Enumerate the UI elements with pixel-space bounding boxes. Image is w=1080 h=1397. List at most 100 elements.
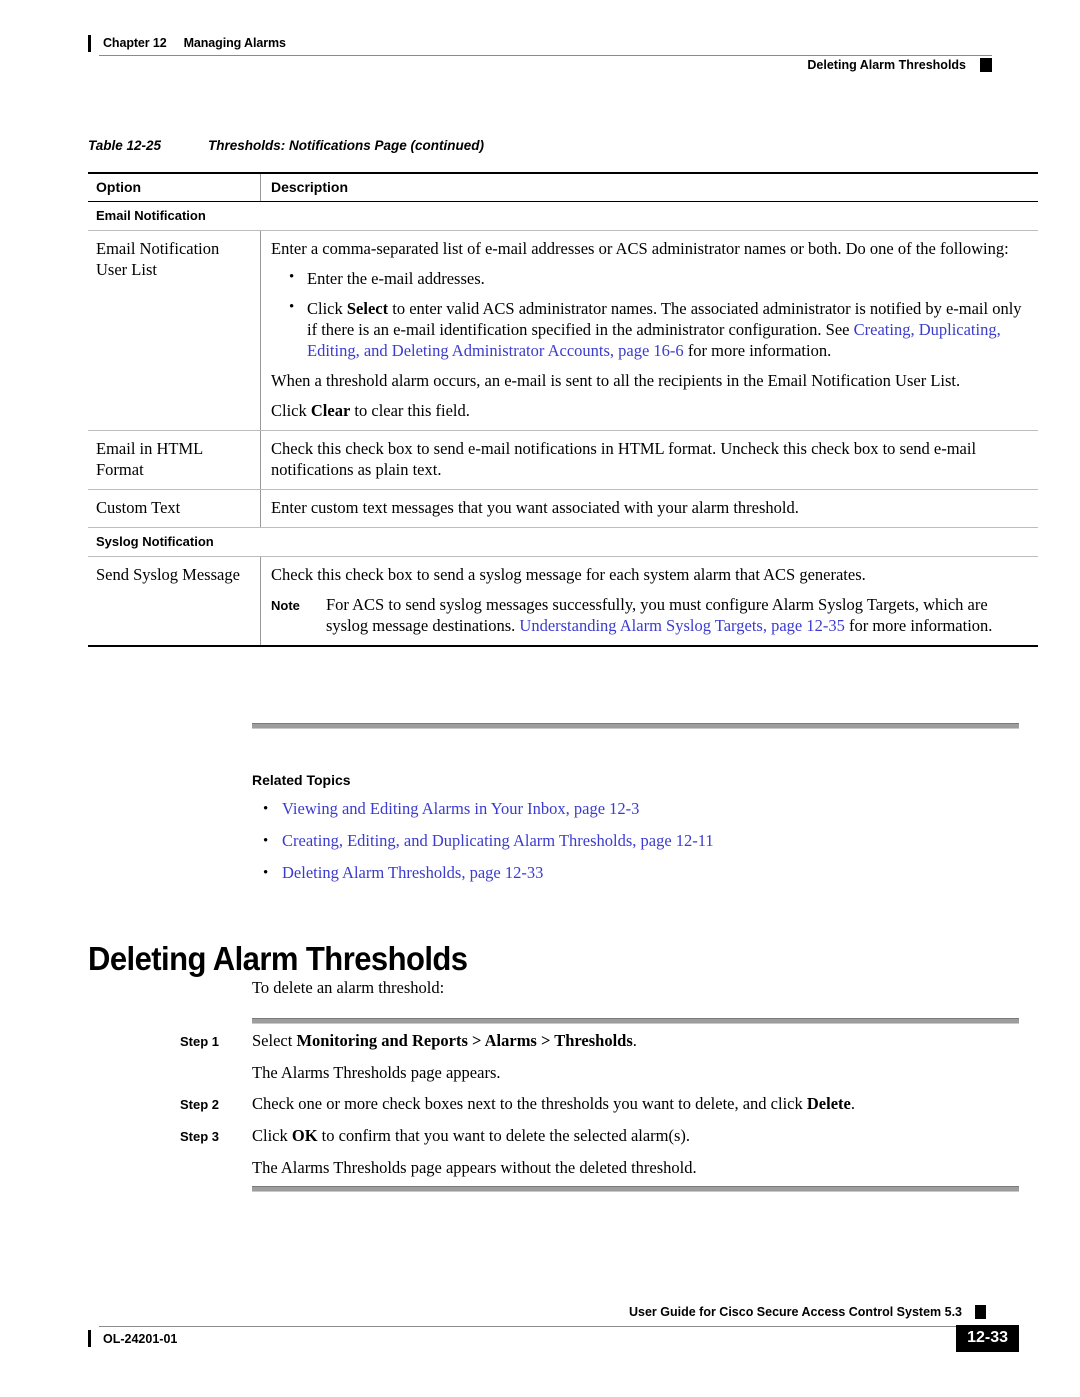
header-chapter-text: Chapter 12 Managing Alarms — [103, 36, 286, 50]
step-label-2: Step 2 — [180, 1097, 220, 1112]
page-running-header: Chapter 12 Managing Alarms Deleting Alarm… — [88, 33, 992, 72]
related-topic-link-deleting-thresholds[interactable]: Deleting Alarm Thresholds, page 12-33 — [282, 863, 543, 882]
footer-document-id: OL-24201-01 — [103, 1331, 178, 1346]
bullet-pre-text: Click — [307, 299, 347, 318]
header-chapter-row: Chapter 12 Managing Alarms — [88, 33, 992, 53]
step-result-3: The Alarms Thresholds page appears witho… — [252, 1158, 697, 1177]
final-post-text: to clear this field. — [350, 401, 470, 420]
header-rule — [99, 55, 992, 56]
final-pre-text: Click — [271, 401, 311, 420]
table-subhead-row-email: Email Notification — [88, 201, 1038, 231]
related-topics-title: Related Topics — [252, 772, 351, 788]
note-text: For ACS to send syslog messages successf… — [326, 594, 1026, 636]
table-header-row: Option Description — [88, 172, 1038, 202]
bullet-icon: • — [289, 269, 295, 285]
page-running-footer: User Guide for Cisco Secure Access Contr… — [88, 1305, 1019, 1375]
note-label: Note — [271, 598, 300, 613]
table-cell-option-email-html: Email in HTML Format — [88, 430, 261, 490]
table-cell-option-email-user-list: Email Notification User List — [88, 230, 261, 431]
table-subhead-syslog-notification: Syslog Notification — [88, 527, 1038, 557]
related-topic-link-viewing-editing-alarms[interactable]: Viewing and Editing Alarms in Your Inbox… — [282, 799, 639, 818]
footer-guide-title: User Guide for Cisco Secure Access Contr… — [629, 1305, 962, 1319]
section-divider-rule-top — [252, 723, 1019, 729]
menu-path-bold: Monitoring and Reports > Alarms > Thresh… — [296, 1031, 633, 1050]
step-label-1: Step 1 — [180, 1034, 220, 1049]
desc-paragraph: When a threshold alarm occurs, an e-mail… — [271, 371, 961, 390]
step-post-text: . — [632, 1031, 637, 1050]
table-caption-number: Table 12-25 — [88, 138, 162, 153]
table-row: Email in HTML Format Check this check bo… — [88, 430, 1038, 490]
header-topic-text: Deleting Alarm Thresholds — [807, 58, 966, 72]
list-item: • Click Select to enter valid ACS adminis… — [271, 298, 1026, 361]
bullet-icon: • — [263, 801, 269, 817]
bullet-text: Enter the e-mail addresses. — [307, 269, 485, 288]
step-pre-text: Check one or more check boxes next to th… — [252, 1094, 807, 1113]
step-row-2: Step 2 Check one or more check boxes nex… — [180, 1093, 1025, 1116]
table-head: Option Description — [88, 172, 1038, 202]
document-page: Chapter 12 Managing Alarms Deleting Alarm… — [0, 0, 1080, 1397]
table-row: Send Syslog Message Check this check box… — [88, 556, 1038, 647]
table-row: Email Notification User List Enter a com… — [88, 230, 1038, 431]
footer-guide-row: User Guide for Cisco Secure Access Contr… — [88, 1305, 1019, 1319]
note-tail-text: for more information. — [844, 616, 993, 635]
step-pre-text: Click — [252, 1126, 292, 1145]
procedure-steps: Step 1 Select Monitoring and Reports > A… — [180, 1030, 1025, 1188]
table-cell-description-send-syslog: Check this check box to send a syslog me… — [260, 556, 1038, 647]
table-cell-description-custom-text: Enter custom text messages that you want… — [260, 489, 1038, 528]
table-column-header-option: Option — [88, 172, 261, 202]
footer-left-tick-marker — [88, 1330, 91, 1347]
desc-intro: Check this check box to send a syslog me… — [271, 565, 866, 584]
step-text-3: Click OK to confirm that you want to del… — [252, 1125, 1025, 1148]
desc-intro: Enter custom text messages that you want… — [271, 498, 799, 517]
table-cell-description-email-html: Check this check box to send e-mail noti… — [260, 430, 1038, 490]
procedure-divider-rule-bottom — [252, 1186, 1019, 1192]
bold-select-label: Select — [346, 299, 389, 318]
step-row-1: Step 1 Select Monitoring and Reports > A… — [180, 1030, 1025, 1053]
step-text-1: Select Monitoring and Reports > Alarms >… — [252, 1030, 1025, 1053]
note-block: Note For ACS to send syslog messages suc… — [271, 594, 1026, 636]
table-caption-title: Thresholds: Notifications Page (continue… — [208, 138, 485, 153]
header-left-tick-marker — [88, 34, 91, 52]
header-topic-row: Deleting Alarm Thresholds — [88, 58, 992, 72]
list-item: • Enter the e-mail addresses. — [271, 268, 1026, 289]
related-topics-list: • Viewing and Editing Alarms in Your Inbo… — [252, 798, 1022, 884]
related-topic-link-creating-editing-thresholds[interactable]: Creating, Editing, and Duplicating Alarm… — [282, 831, 714, 850]
table-body: Email Notification Email Notification Us… — [88, 201, 1038, 647]
step-pre-text: Select — [252, 1031, 297, 1050]
delete-button-bold: Delete — [806, 1094, 851, 1113]
thresholds-notifications-table: Option Description Email Notification Em… — [88, 172, 1038, 647]
bullet-icon: • — [289, 299, 295, 315]
step-post-text: to confirm that you want to delete the s… — [317, 1126, 691, 1145]
table-cell-description-email-user-list: Enter a comma-separated list of e-mail a… — [260, 230, 1038, 431]
bullet-icon: • — [263, 833, 269, 849]
step-post-text: . — [850, 1094, 855, 1113]
step-row-3: Step 3 Click OK to confirm that you want… — [180, 1125, 1025, 1148]
list-item[interactable]: • Viewing and Editing Alarms in Your Inbo… — [252, 798, 1022, 820]
ok-button-bold: OK — [291, 1126, 318, 1145]
list-item[interactable]: • Creating, Editing, and Duplicating Alar… — [252, 830, 1022, 852]
bullet-icon: • — [263, 865, 269, 881]
header-chapter-number: Chapter 12 — [103, 36, 167, 50]
footer-rule — [99, 1326, 971, 1327]
procedure-divider-rule-top — [252, 1018, 1019, 1024]
footer-docid-row: OL-24201-01 — [88, 1330, 1019, 1347]
desc-final-paragraph: Click Clear to clear this field. — [271, 400, 1026, 421]
table-column-header-description: Description — [260, 172, 1038, 202]
desc-intro: Check this check box to send e-mail noti… — [271, 439, 977, 479]
bold-clear-label: Clear — [310, 401, 351, 420]
step-result-1: The Alarms Thresholds page appears. — [252, 1063, 501, 1082]
desc-intro: Enter a comma-separated list of e-mail a… — [271, 239, 1009, 258]
footer-square-marker — [975, 1305, 986, 1319]
related-topics-block: Related Topics • Viewing and Editing Alar… — [252, 772, 1022, 894]
page-title: Deleting Alarm Thresholds — [88, 940, 468, 978]
procedure-lead-in: To delete an alarm threshold: — [252, 978, 445, 997]
list-item[interactable]: • Deleting Alarm Thresholds, page 12-33 — [252, 862, 1022, 884]
header-chapter-title: Managing Alarms — [183, 36, 286, 50]
table-row: Custom Text Enter custom text messages t… — [88, 489, 1038, 528]
desc-bullet-list: • Enter the e-mail addresses. • Click Sele… — [271, 268, 1026, 361]
header-square-marker — [980, 58, 992, 72]
footer-page-number: 12-33 — [956, 1325, 1019, 1352]
cross-reference-link-syslog-targets[interactable]: Understanding Alarm Syslog Targets, page… — [519, 616, 844, 635]
step-text-2: Check one or more check boxes next to th… — [252, 1093, 1025, 1116]
table-cell-option-send-syslog: Send Syslog Message — [88, 556, 261, 647]
